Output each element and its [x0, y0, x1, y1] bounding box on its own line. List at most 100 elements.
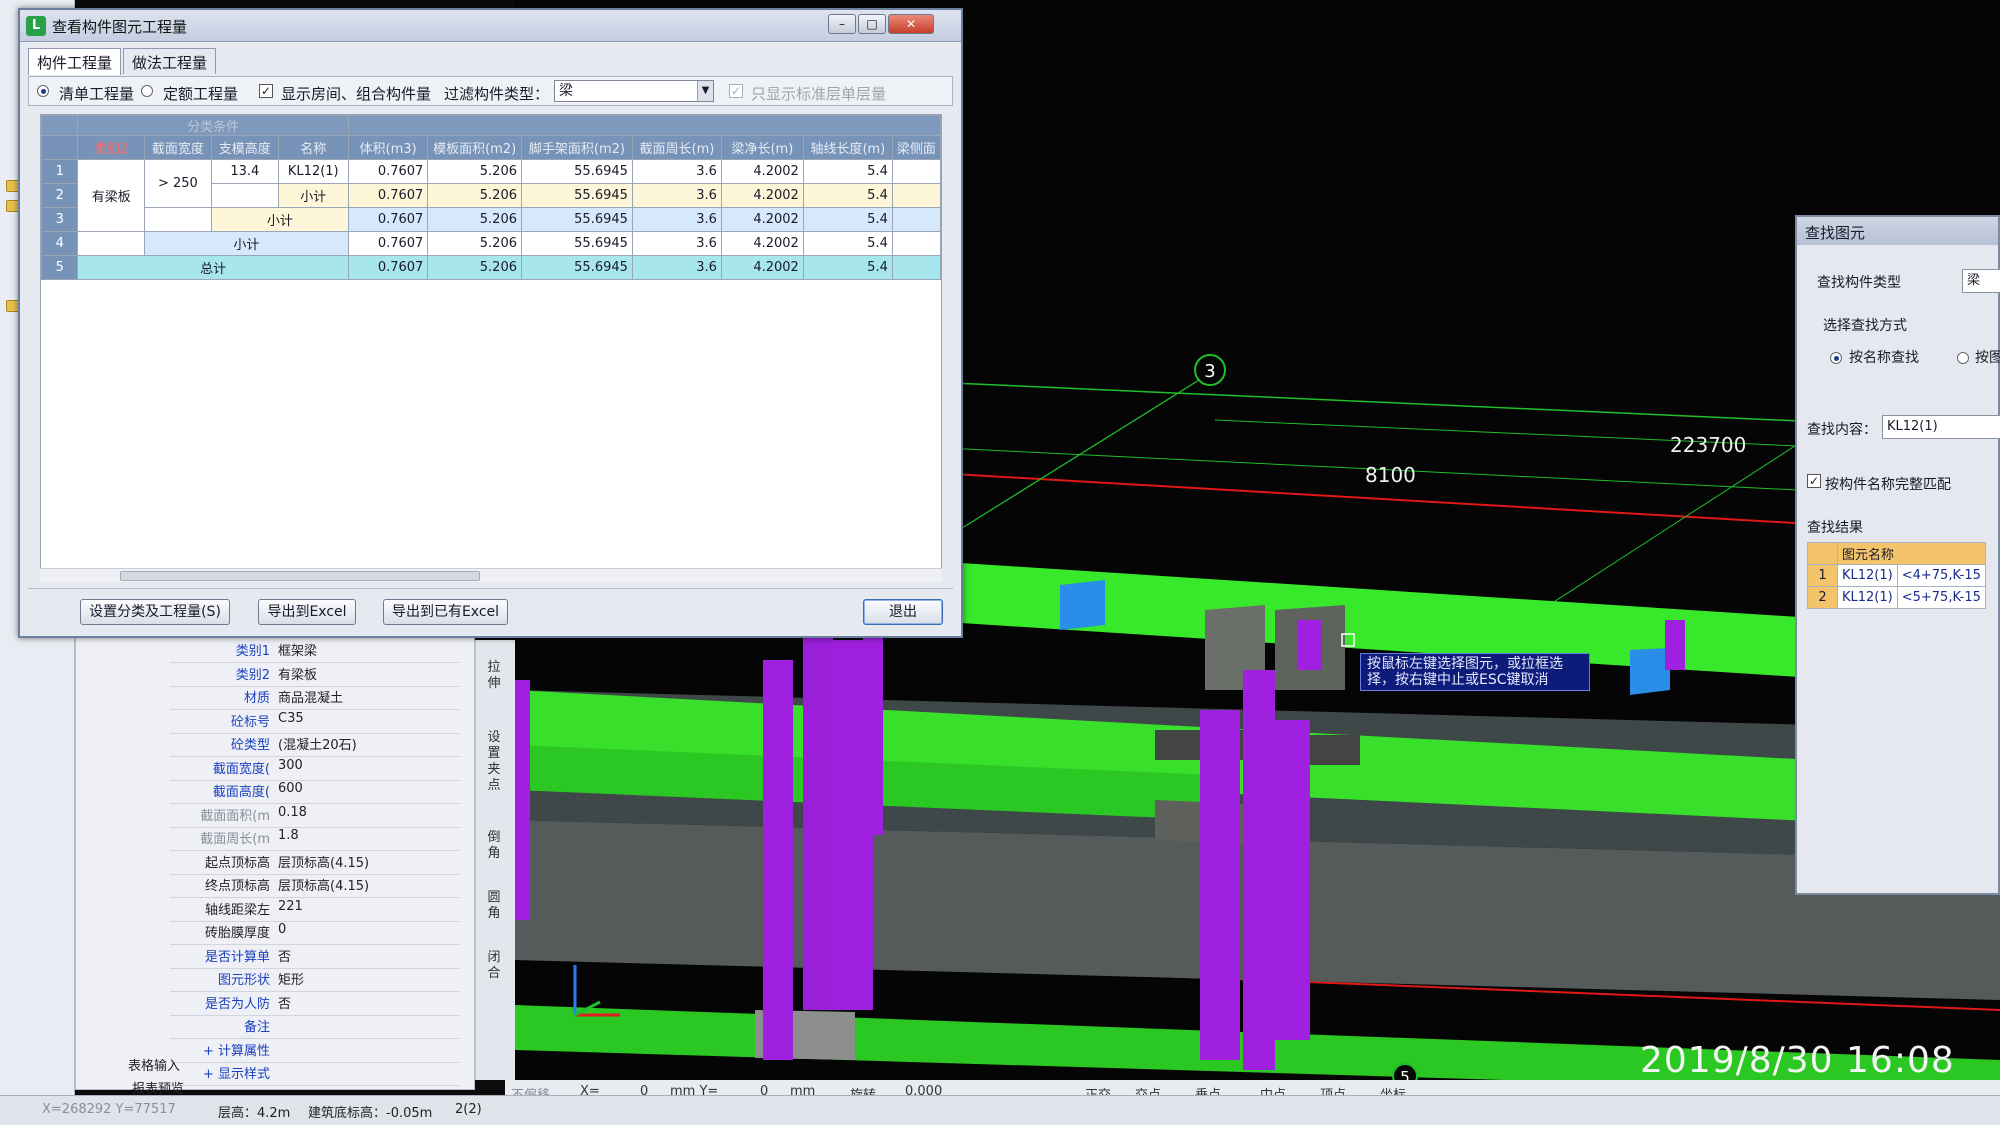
cell-name[interactable]: 小计	[277, 183, 349, 208]
tab-method-quantity[interactable]: 做法工程量	[123, 48, 217, 74]
property-value[interactable]: 否	[278, 993, 291, 1012]
property-row[interactable]: 备注	[170, 1016, 460, 1040]
cell-name[interactable]: 小计	[210, 207, 349, 232]
cell-scaffold[interactable]: 55.6945	[521, 159, 633, 184]
property-row[interactable]: 起点顶标高 层顶标高(4.15)	[170, 852, 460, 876]
property-row[interactable]: 轴线距梁左 221	[170, 899, 460, 923]
cell-formwork[interactable]: 5.206	[427, 255, 522, 280]
cell-perimeter[interactable]: 3.6	[631, 255, 722, 280]
cell-width[interactable]: > 250	[143, 159, 212, 208]
fillet-tool[interactable]: 圆角	[484, 890, 504, 922]
cell-perimeter[interactable]: 3.6	[631, 183, 722, 208]
property-row[interactable]: + 显示样式	[170, 1063, 460, 1087]
cell-formwork[interactable]: 5.206	[427, 207, 522, 232]
property-value[interactable]: 有梁板	[278, 664, 317, 683]
property-row[interactable]: 截面面积(m 0.18	[170, 805, 460, 829]
maximize-button[interactable]: □	[858, 14, 886, 34]
table-row[interactable]: 5 总计 0.7607 5.206 55.6945 3.6 4.2002 5.4	[41, 255, 941, 280]
cell-name[interactable]: 小计	[143, 231, 349, 256]
column[interactable]	[1243, 670, 1275, 1070]
cell-axis-length[interactable]: 5.4	[802, 255, 893, 280]
cell-scaffold[interactable]: 55.6945	[521, 183, 633, 208]
cell-net-length[interactable]: 4.2002	[720, 207, 804, 232]
property-value[interactable]: 矩形	[278, 969, 304, 988]
cell-axis-length[interactable]: 5.4	[802, 231, 893, 256]
cell-side[interactable]	[891, 255, 941, 280]
cell-side[interactable]	[891, 159, 941, 184]
table-input-nav[interactable]: 表格输入	[128, 1055, 180, 1074]
set-grip-tool[interactable]: 设置夹点	[484, 730, 504, 794]
by-other-radio[interactable]	[1957, 352, 1969, 364]
property-row[interactable]: 截面宽度(300	[170, 758, 460, 782]
property-row[interactable]: 截面高度(600	[170, 781, 460, 805]
cell-volume[interactable]: 0.7607	[347, 183, 429, 208]
table-row[interactable]: 4 小计 0.7607 5.206 55.6945 3.6 4.2002 5.4	[41, 231, 941, 256]
property-value[interactable]: 221	[278, 899, 303, 914]
property-row[interactable]: 是否为人防否	[170, 993, 460, 1017]
cell-net-length[interactable]: 4.2002	[720, 183, 804, 208]
find-type-select[interactable]: 梁	[1962, 269, 2000, 293]
close-tool[interactable]: 闭合	[484, 950, 504, 982]
cell-formwork[interactable]: 5.206	[427, 159, 522, 184]
property-value[interactable]: 300	[278, 758, 303, 773]
col-header[interactable]: 轴线长度(m)	[802, 135, 893, 160]
col-header[interactable]: 类别2	[77, 135, 145, 160]
property-row[interactable]: 类别2 有梁板	[170, 664, 460, 688]
find-content-input[interactable]: KL12(1)	[1882, 415, 2000, 439]
export-excel-button[interactable]: 导出到Excel	[258, 599, 356, 625]
cell-category[interactable]	[77, 231, 145, 256]
cell-perimeter[interactable]: 3.6	[631, 207, 722, 232]
chevron-down-icon[interactable]: ▼	[697, 81, 713, 101]
property-value[interactable]: 否	[278, 946, 291, 965]
property-value[interactable]: 层顶标高(4.15)	[278, 875, 369, 894]
property-value[interactable]: (混凝土20石)	[278, 734, 357, 753]
tab-component-quantity[interactable]: 构件工程量	[28, 48, 122, 75]
cell-formwork[interactable]: 5.206	[427, 231, 522, 256]
show-rooms-checkbox[interactable]: ✓	[259, 84, 273, 98]
col-header[interactable]: 脚手架面积(m2)	[521, 135, 633, 160]
cell-volume[interactable]: 0.7607	[347, 207, 429, 232]
property-row[interactable]: 材质 商品混凝土	[170, 687, 460, 711]
result-name[interactable]: KL12(1)	[1837, 564, 1898, 587]
table-row[interactable]: 2 KL12(1) <5+75,K-15	[1807, 586, 1986, 609]
cell-axis-length[interactable]: 5.4	[802, 159, 893, 184]
cell-side[interactable]	[891, 231, 941, 256]
property-value[interactable]: C35	[278, 711, 304, 726]
column[interactable]	[763, 660, 793, 1060]
col-header[interactable]: 梁侧面	[891, 135, 941, 160]
by-name-radio[interactable]	[1830, 352, 1842, 364]
cell-axis-length[interactable]: 5.4	[802, 207, 893, 232]
result-name[interactable]: KL12(1)	[1837, 586, 1898, 609]
column[interactable]	[1275, 720, 1310, 1040]
close-button[interactable]: ✕	[888, 14, 934, 34]
col-header[interactable]: 截面宽度	[143, 135, 212, 160]
property-row[interactable]: 终点顶标高 层顶标高(4.15)	[170, 875, 460, 899]
table-row[interactable]: 3 小计 0.7607 5.206 55.6945 3.6 4.2002 5.4	[41, 207, 941, 232]
property-value[interactable]: 1.8	[278, 828, 299, 843]
col-header[interactable]: 模板面积(m2)	[427, 135, 522, 160]
property-value[interactable]: 0	[278, 922, 286, 937]
result-location[interactable]: <5+75,K-15	[1896, 586, 1986, 609]
minimize-button[interactable]: –	[828, 14, 856, 34]
property-value[interactable]: 框架梁	[278, 640, 317, 659]
std-floor-checkbox[interactable]: ✓	[729, 84, 743, 98]
cell-formwork[interactable]: 5.206	[427, 183, 522, 208]
cell-volume[interactable]: 0.7607	[347, 255, 429, 280]
cell-height[interactable]	[210, 183, 279, 208]
exit-button[interactable]: 退出	[863, 599, 943, 625]
property-row[interactable]: 砼标号 C35	[170, 711, 460, 735]
quota-quantity-radio[interactable]	[141, 85, 153, 97]
property-row[interactable]: 砼类型 (混凝土20石)	[170, 734, 460, 758]
col-header[interactable]: 支模高度	[210, 135, 279, 160]
list-quantity-radio[interactable]	[37, 85, 49, 97]
cell-net-length[interactable]: 4.2002	[720, 255, 804, 280]
chamfer-tool[interactable]: 倒角	[484, 830, 504, 862]
property-row[interactable]: + 计算属性	[170, 1040, 460, 1064]
column[interactable]	[803, 620, 833, 1010]
set-category-button[interactable]: 设置分类及工程量(S)	[80, 599, 230, 625]
cell-axis-length[interactable]: 5.4	[802, 183, 893, 208]
col-header[interactable]: 截面周长(m)	[631, 135, 722, 160]
property-value[interactable]: 0.18	[278, 805, 307, 820]
filter-type-select[interactable]: 梁 ▼	[554, 80, 714, 102]
cell-scaffold[interactable]: 55.6945	[521, 207, 633, 232]
